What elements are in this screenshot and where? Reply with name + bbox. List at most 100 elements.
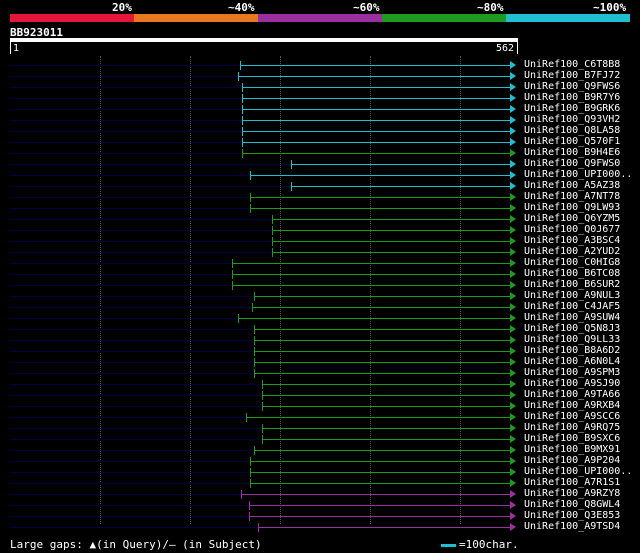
hit-alignment-bar[interactable] (272, 219, 510, 220)
hit-alignment-bar[interactable] (242, 87, 510, 88)
hit-label-link[interactable]: UniRef100_A7NT78 (524, 191, 620, 202)
hit-alignment-bar[interactable] (250, 208, 510, 209)
hit-label-link[interactable]: UniRef100_Q5N8J3 (524, 323, 620, 334)
hit-alignment-bar[interactable] (272, 230, 510, 231)
hit-alignment-bar[interactable] (291, 164, 510, 165)
hit-alignment-bar[interactable] (242, 120, 510, 121)
hit-label-link[interactable]: UniRef100_A9SPM3 (524, 367, 620, 378)
hit-end-arrow-icon (510, 391, 516, 399)
hit-label-link[interactable]: UniRef100_B7FJ72 (524, 70, 620, 81)
hit-label-link[interactable]: UniRef100_C4JAF5 (524, 301, 620, 312)
hit-label-link[interactable]: UniRef100_B9R7Y6 (524, 92, 620, 103)
hit-label-link[interactable]: UniRef100_B8A6D2 (524, 345, 620, 356)
hit-label-link[interactable]: UniRef100_A6N0L4 (524, 356, 620, 367)
hit-alignment-bar[interactable] (250, 472, 510, 473)
hit-label-link[interactable]: UniRef100_A9SCC6 (524, 411, 620, 422)
hit-start-mark (238, 314, 239, 323)
hit-alignment-bar[interactable] (254, 329, 510, 330)
hit-alignment-bar[interactable] (254, 340, 510, 341)
hit-label-link[interactable]: UniRef100_Q9FWS6 (524, 81, 620, 92)
hit-label-link[interactable]: UniRef100_A9NUL3 (524, 290, 620, 301)
hit-label-link[interactable]: UniRef100_B9GRK6 (524, 103, 620, 114)
hit-label-link[interactable]: UniRef100_Q9LW93 (524, 202, 620, 213)
hit-alignment-bar[interactable] (232, 263, 510, 264)
hit-start-mark (242, 127, 243, 136)
hit-label-link[interactable]: UniRef100_A2YUD2 (524, 246, 620, 257)
hit-alignment-bar[interactable] (238, 318, 510, 319)
hit-label-link[interactable]: UniRef100_Q9FWS0 (524, 158, 620, 169)
hit-label-link[interactable]: UniRef100_C6T8B8 (524, 59, 620, 70)
hit-label-link[interactable]: UniRef100_Q570F1 (524, 136, 620, 147)
hit-row-track (10, 208, 250, 209)
hit-alignment-bar[interactable] (250, 175, 510, 176)
hit-label-link[interactable]: UniRef100_Q3E853 (524, 510, 620, 521)
hit-row-track (10, 406, 262, 407)
hit-alignment-bar[interactable] (272, 252, 510, 253)
hit-row-track (10, 351, 254, 352)
hit-label-link[interactable]: UniRef100_A9TA66 (524, 389, 620, 400)
hit-alignment-bar[interactable] (254, 373, 510, 374)
hit-label-link[interactable]: UniRef100_A3BSC4 (524, 235, 620, 246)
hit-label-link[interactable]: UniRef100_B9SXC6 (524, 433, 620, 444)
hit-alignment-bar[interactable] (249, 505, 510, 506)
hit-alignment-bar[interactable] (262, 406, 510, 407)
hit-label-link[interactable]: UniRef100_A9SJ90 (524, 378, 620, 389)
hit-alignment-bar[interactable] (242, 153, 510, 154)
hit-row-track (10, 98, 242, 99)
hit-label-link[interactable]: UniRef100_A9RXB4 (524, 400, 620, 411)
hit-alignment-bar[interactable] (241, 494, 510, 495)
hit-label-link[interactable]: UniRef100_B6SUR2 (524, 279, 620, 290)
hit-label-link[interactable]: UniRef100_Q0J677 (524, 224, 620, 235)
hit-label-link[interactable]: UniRef100_B9MX91 (524, 444, 620, 455)
hit-alignment-bar[interactable] (242, 98, 510, 99)
hit-label-link[interactable]: UniRef100_A5AZ38 (524, 180, 620, 191)
hit-alignment-bar[interactable] (252, 307, 510, 308)
hit-alignment-bar[interactable] (254, 351, 510, 352)
legend-label-40: ~40% (228, 1, 255, 14)
hit-alignment-bar[interactable] (232, 285, 510, 286)
hit-label-link[interactable]: UniRef100_Q8LA58 (524, 125, 620, 136)
hit-start-mark (272, 248, 273, 257)
hit-alignment-bar[interactable] (254, 362, 510, 363)
hit-label-link[interactable]: UniRef100_Q6YZM5 (524, 213, 620, 224)
hit-alignment-bar[interactable] (250, 483, 510, 484)
hit-alignment-bar[interactable] (258, 527, 510, 528)
hit-alignment-bar[interactable] (262, 428, 510, 429)
hit-alignment-bar[interactable] (272, 241, 510, 242)
hit-alignment-bar[interactable] (262, 384, 510, 385)
hit-alignment-bar[interactable] (262, 439, 510, 440)
hit-alignment-bar[interactable] (242, 109, 510, 110)
hit-alignment-bar[interactable] (240, 65, 510, 66)
hit-alignment-bar[interactable] (254, 450, 510, 451)
hit-alignment-bar[interactable] (254, 296, 510, 297)
hit-alignment-bar[interactable] (232, 274, 510, 275)
hit-label-link[interactable]: UniRef100_A9RQ75 (524, 422, 620, 433)
hit-row-track (10, 109, 242, 110)
hit-alignment-bar[interactable] (246, 417, 510, 418)
hit-label-link[interactable]: UniRef100_UPI000.. (524, 466, 632, 477)
gap-legend: Large gaps: ▲(in Query)/– (in Subject) (10, 538, 262, 551)
hit-alignment-bar[interactable] (238, 76, 510, 77)
hit-start-mark (262, 380, 263, 389)
hit-label-link[interactable]: UniRef100_A7R1S1 (524, 477, 620, 488)
hit-alignment-bar[interactable] (250, 197, 510, 198)
hit-alignment-bar[interactable] (262, 395, 510, 396)
hit-label-link[interactable]: UniRef100_Q93VH2 (524, 114, 620, 125)
hit-label-link[interactable]: UniRef100_A9SUW4 (524, 312, 620, 323)
hit-label-link[interactable]: UniRef100_UPI000.. (524, 169, 632, 180)
hit-label-link[interactable]: UniRef100_A9RZY8 (524, 488, 620, 499)
hit-start-mark (242, 138, 243, 147)
hit-alignment-bar[interactable] (250, 461, 510, 462)
hit-alignment-bar[interactable] (249, 516, 510, 517)
hit-label-link[interactable]: UniRef100_B6TC08 (524, 268, 620, 279)
hit-label-link[interactable]: UniRef100_A9TSD4 (524, 521, 620, 532)
hit-label-link[interactable]: UniRef100_B9H4E6 (524, 147, 620, 158)
hit-label-link[interactable]: UniRef100_Q8GWL4 (524, 499, 620, 510)
hit-label-link[interactable]: UniRef100_Q9LL33 (524, 334, 620, 345)
hit-label-link[interactable]: UniRef100_A9P204 (524, 455, 620, 466)
hit-alignment-bar[interactable] (242, 142, 510, 143)
hit-start-mark (250, 457, 251, 466)
hit-alignment-bar[interactable] (242, 131, 510, 132)
hit-alignment-bar[interactable] (291, 186, 510, 187)
hit-label-link[interactable]: UniRef100_C0HIG8 (524, 257, 620, 268)
